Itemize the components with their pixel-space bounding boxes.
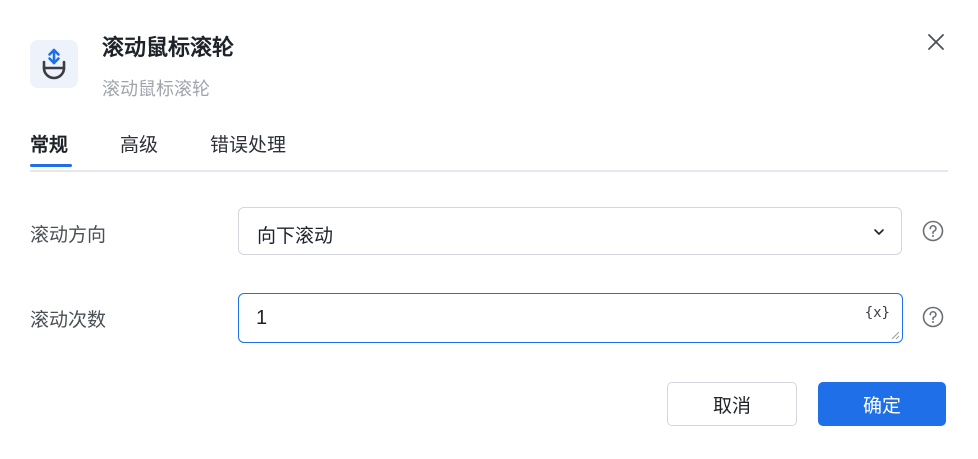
active-tab-indicator xyxy=(30,164,72,167)
cancel-button[interactable]: 取消 xyxy=(667,382,797,426)
tab-error-handling[interactable]: 错误处理 xyxy=(210,130,286,157)
tab-advanced[interactable]: 高级 xyxy=(120,130,158,157)
confirm-button[interactable]: 确定 xyxy=(818,382,946,426)
direction-select-value: 向下滚动 xyxy=(257,226,334,247)
dialog-subtitle: 滚动鼠标滚轮 xyxy=(102,79,210,99)
direction-select[interactable]: 向下滚动 xyxy=(238,207,902,255)
mouse-scroll-icon xyxy=(30,40,78,88)
tab-general[interactable]: 常规 xyxy=(30,130,68,157)
dialog-title: 滚动鼠标滚轮 xyxy=(102,35,235,60)
close-icon[interactable] xyxy=(924,30,948,54)
help-icon[interactable] xyxy=(922,306,944,328)
count-input[interactable]: 1 {x} xyxy=(238,293,903,343)
resize-handle-icon[interactable] xyxy=(890,330,900,340)
tab-bar: 常规 高级 错误处理 xyxy=(30,128,948,172)
insert-variable-button[interactable]: {x} xyxy=(865,305,890,321)
help-icon[interactable] xyxy=(922,220,944,242)
direction-label: 滚动方向 xyxy=(30,225,107,246)
count-label: 滚动次数 xyxy=(30,310,107,331)
chevron-down-icon xyxy=(874,229,884,235)
count-input-value: 1 xyxy=(256,307,268,329)
